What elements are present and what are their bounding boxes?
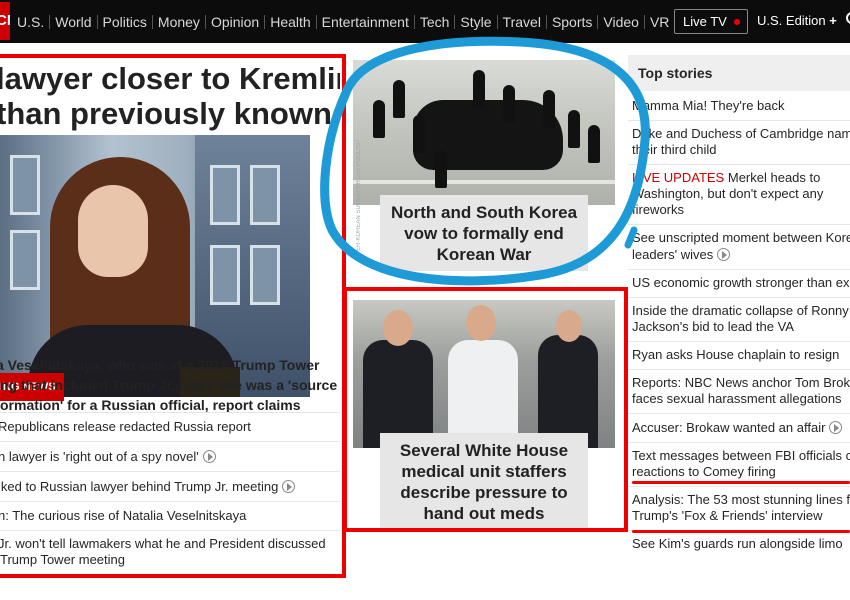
- guard: [435, 150, 447, 188]
- nav-link-health[interactable]: Health: [264, 14, 315, 29]
- top-story-link[interactable]: Mamma Mia! They're back: [628, 93, 850, 120]
- nav-link-sports[interactable]: Sports: [545, 14, 597, 29]
- top-story-link[interactable]: See unscripted moment between Korean lea…: [628, 224, 850, 269]
- nav-links: U.S. World Politics Money Opinion Health…: [15, 0, 674, 43]
- nav-link-video[interactable]: Video: [597, 14, 644, 29]
- top-nav-bar: CNN U.S. World Politics Money Opinion He…: [0, 0, 850, 43]
- top-story-text: Accuser: Brokaw wanted an affair: [632, 420, 826, 435]
- top-story-link[interactable]: LIVE UPDATES Merkel heads to Washington,…: [628, 164, 850, 224]
- guard: [413, 115, 425, 153]
- korea-story-caption: North and South Korea vow to formally en…: [380, 195, 588, 271]
- edition-label: U.S. Edition: [757, 13, 826, 28]
- annotation-box-lead: [0, 54, 346, 578]
- nav-link-travel[interactable]: Travel: [496, 14, 546, 29]
- photo-credit: INTER-KOREAN SUMMIT PRESS POOL/AP: [356, 140, 362, 261]
- cnn-logo[interactable]: CNN: [0, 2, 10, 40]
- road-line: [353, 180, 615, 184]
- korea-story-card[interactable]: North and South Korea vow to formally en…: [353, 60, 615, 271]
- guard: [373, 100, 385, 138]
- nav-link-politics[interactable]: Politics: [96, 14, 152, 29]
- live-updates-label: LIVE UPDATES: [632, 170, 725, 185]
- top-story-link[interactable]: See Kim's guards run alongside limo: [628, 530, 850, 558]
- top-stories-panel: Top stories Mamma Mia! They're back Duke…: [628, 55, 850, 575]
- top-story-link[interactable]: Reports: NBC News anchor Tom Broka faces…: [628, 369, 850, 413]
- top-story-link[interactable]: Inside the dramatic collapse of Ronny Ja…: [628, 297, 850, 341]
- nav-link-style[interactable]: Style: [454, 14, 496, 29]
- top-story-link[interactable]: Accuser: Brokaw wanted an affair: [628, 413, 850, 442]
- top-story-text: See unscripted moment between Korean lea…: [632, 230, 850, 262]
- guard: [588, 125, 600, 163]
- nav-link-opinion[interactable]: Opinion: [204, 14, 264, 29]
- guard: [503, 85, 515, 123]
- annotation-underline: [632, 481, 850, 484]
- guard: [543, 90, 555, 128]
- annotation-box-white-house: [343, 287, 628, 532]
- top-story-link[interactable]: Ryan asks House chaplain to resign: [628, 341, 850, 369]
- nav-link-vr[interactable]: VR: [643, 14, 674, 29]
- top-story-link[interactable]: Duke and Duchess of Cambridge name their…: [628, 120, 850, 164]
- live-tv-button[interactable]: Live TV: [674, 9, 748, 34]
- edition-selector[interactable]: U.S. Edition +: [757, 13, 837, 28]
- top-story-link[interactable]: Analysis: The 53 most stunning lines fr …: [628, 486, 850, 530]
- nav-link-tech[interactable]: Tech: [413, 14, 455, 29]
- guard: [473, 70, 485, 108]
- live-dot-icon: [734, 19, 740, 25]
- plus-icon: +: [829, 13, 837, 28]
- guard: [393, 80, 405, 118]
- guard: [568, 110, 580, 148]
- top-stories-list: Mamma Mia! They're back Duke and Duchess…: [628, 93, 850, 558]
- search-icon[interactable]: [843, 12, 850, 29]
- korea-story-image: [353, 60, 615, 205]
- nav-link-entertainment[interactable]: Entertainment: [315, 14, 414, 29]
- nav-link-world[interactable]: World: [49, 14, 96, 29]
- play-icon: [829, 421, 843, 434]
- live-tv-label: Live TV: [683, 14, 727, 29]
- play-icon: [717, 248, 731, 261]
- top-stories-title: Top stories: [628, 55, 850, 91]
- nav-link-money[interactable]: Money: [151, 14, 205, 29]
- top-story-link[interactable]: US economic growth stronger than exp: [628, 269, 850, 297]
- top-story-link[interactable]: Text messages between FBI officials ca r…: [628, 442, 850, 486]
- nav-link-us[interactable]: U.S.: [15, 15, 49, 29]
- annotation-underline: [632, 530, 850, 533]
